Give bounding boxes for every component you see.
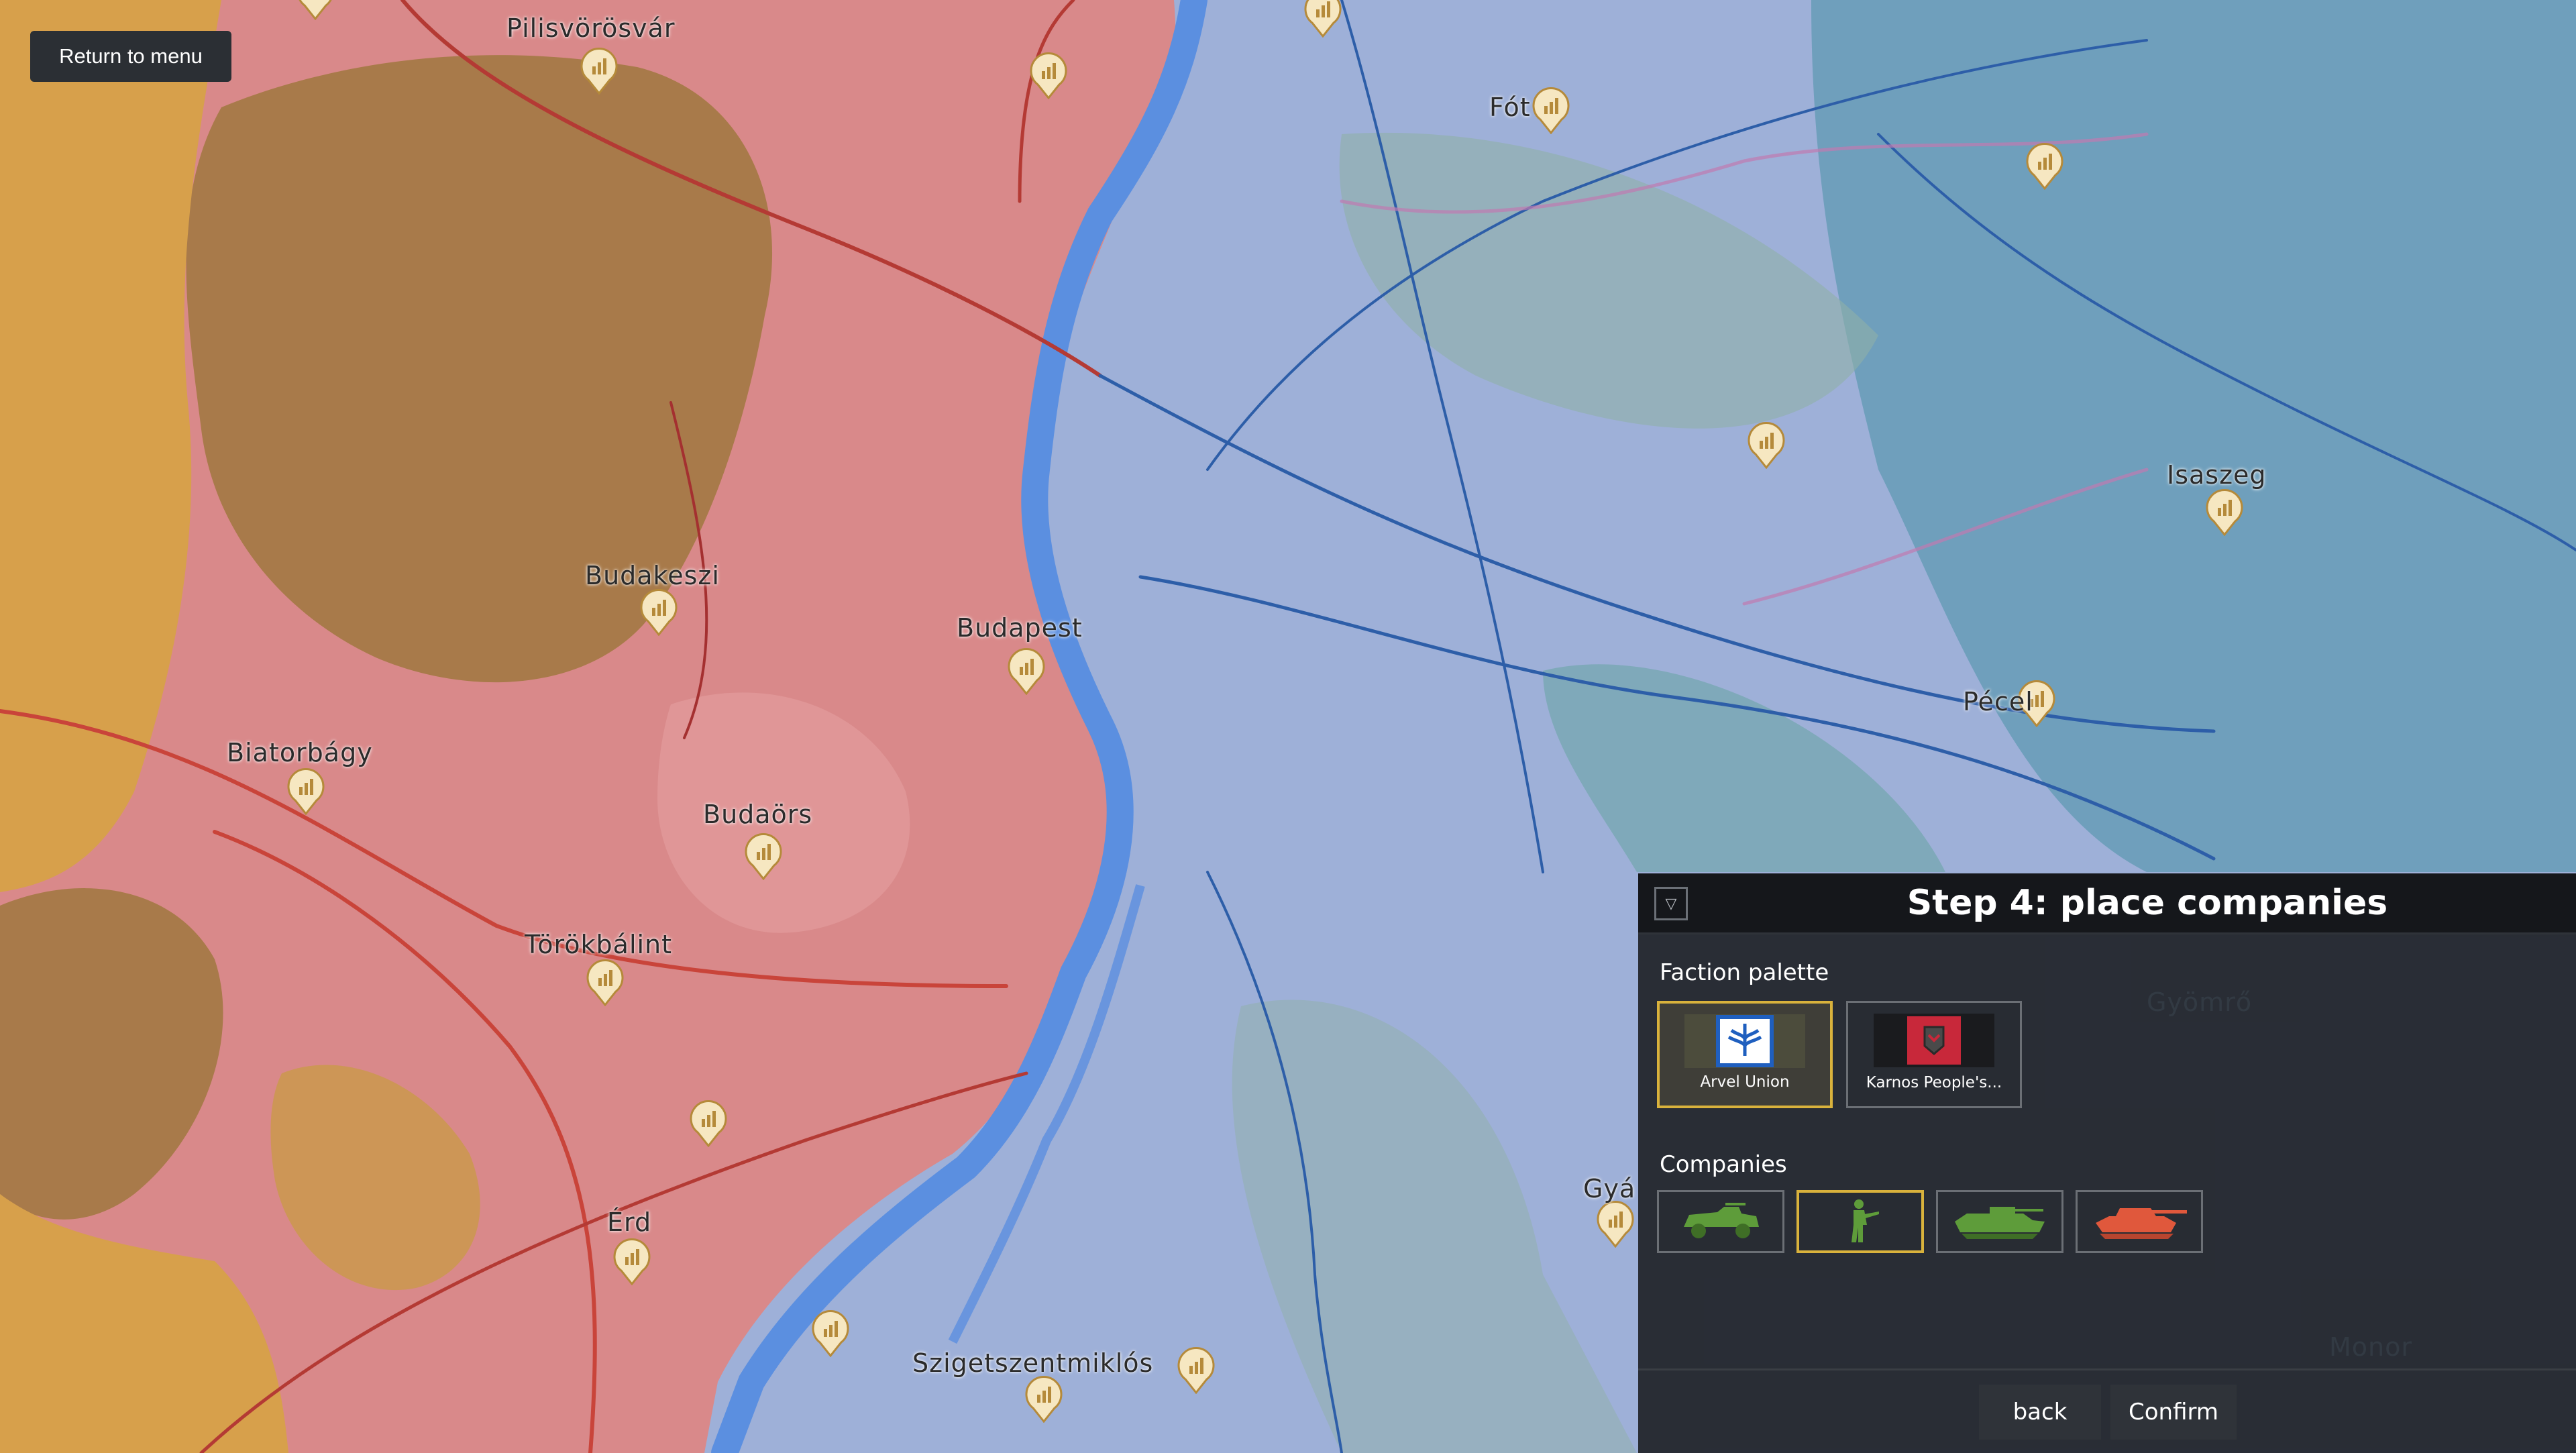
city-label: Isaszeg: [2167, 460, 2267, 490]
faction-karnos[interactable]: Karnos People's...: [1846, 1001, 2022, 1108]
city-pin-icon[interactable]: [585, 958, 625, 1006]
city-label: Gyá: [1583, 1174, 1636, 1203]
city-label: Budapest: [957, 613, 1083, 643]
city-pin-icon[interactable]: [1531, 86, 1571, 134]
city-label: Szigetszentmiklós: [912, 1348, 1154, 1378]
panel-title: Step 4: place companies: [1907, 883, 2388, 923]
company-infantry[interactable]: [1796, 1190, 1924, 1253]
confirm-button[interactable]: Confirm: [2110, 1385, 2237, 1440]
city-pin-icon[interactable]: [688, 1099, 729, 1147]
triangle-down-icon: ▽: [1665, 895, 1677, 912]
panel-header: ▽ Step 4: place companies: [1638, 873, 2576, 934]
city-label: Budaörs: [703, 800, 813, 829]
city-pin-icon[interactable]: [2204, 488, 2245, 536]
city-pin-icon[interactable]: [639, 588, 679, 636]
city-label: Biatorbágy: [227, 738, 373, 767]
city-label: Budakeszi: [585, 561, 720, 590]
city-pin-icon[interactable]: [612, 1237, 652, 1285]
city-pin-icon[interactable]: [1024, 1375, 1064, 1423]
armored-car-icon: [1684, 1203, 1759, 1238]
company-armored-car[interactable]: [1657, 1190, 1784, 1253]
back-button[interactable]: back: [1979, 1385, 2101, 1440]
city-label: Pilisvörösvár: [506, 13, 676, 43]
emblem-flag-icon: [1874, 1014, 1994, 1067]
faction-palette-label: Faction palette: [1660, 959, 1829, 986]
company-ifv[interactable]: [1936, 1190, 2063, 1253]
city-pin-icon[interactable]: [1595, 1199, 1635, 1248]
city-pin-icon[interactable]: [810, 1309, 851, 1357]
city-pin-icon[interactable]: [743, 832, 784, 880]
faction-name: Karnos People's...: [1866, 1074, 2002, 1091]
eagle-flag-icon: [1684, 1014, 1805, 1068]
city-label: Gyömrő: [2147, 987, 2253, 1017]
collapse-button[interactable]: ▽: [1654, 887, 1688, 920]
companies-label: Companies: [1660, 1151, 1787, 1178]
city-label: Monor: [2329, 1332, 2412, 1362]
infantry-icon: [1851, 1199, 1879, 1242]
city-pin-icon[interactable]: [2025, 142, 2065, 190]
return-to-menu-button[interactable]: Return to menu: [30, 31, 231, 82]
city-pin-icon[interactable]: [1746, 421, 1786, 469]
city-pin-icon[interactable]: [1006, 647, 1046, 695]
tank-icon: [2096, 1208, 2187, 1239]
city-pin-icon[interactable]: [1028, 51, 1069, 99]
faction-name: Arvel Union: [1700, 1073, 1790, 1091]
company-tank[interactable]: [2076, 1190, 2203, 1253]
city-pin-icon[interactable]: [579, 46, 619, 95]
placement-panel: Gyömrő Monor ▽ Step 4: place companies F…: [1638, 873, 2576, 1453]
city-label: Fót: [1489, 93, 1531, 122]
city-pin-icon[interactable]: [286, 767, 326, 815]
faction-arvel-union[interactable]: Arvel Union: [1657, 1001, 1833, 1108]
panel-divider: [1638, 1368, 2576, 1370]
city-label: Törökbálint: [525, 930, 673, 959]
city-pin-icon[interactable]: [1303, 0, 1343, 38]
city-pin-icon[interactable]: [295, 0, 335, 20]
ifv-icon: [1955, 1207, 2045, 1239]
city-label: Pécel: [1963, 687, 2033, 716]
city-pin-icon[interactable]: [1176, 1346, 1216, 1394]
city-label: Érd: [607, 1207, 652, 1237]
